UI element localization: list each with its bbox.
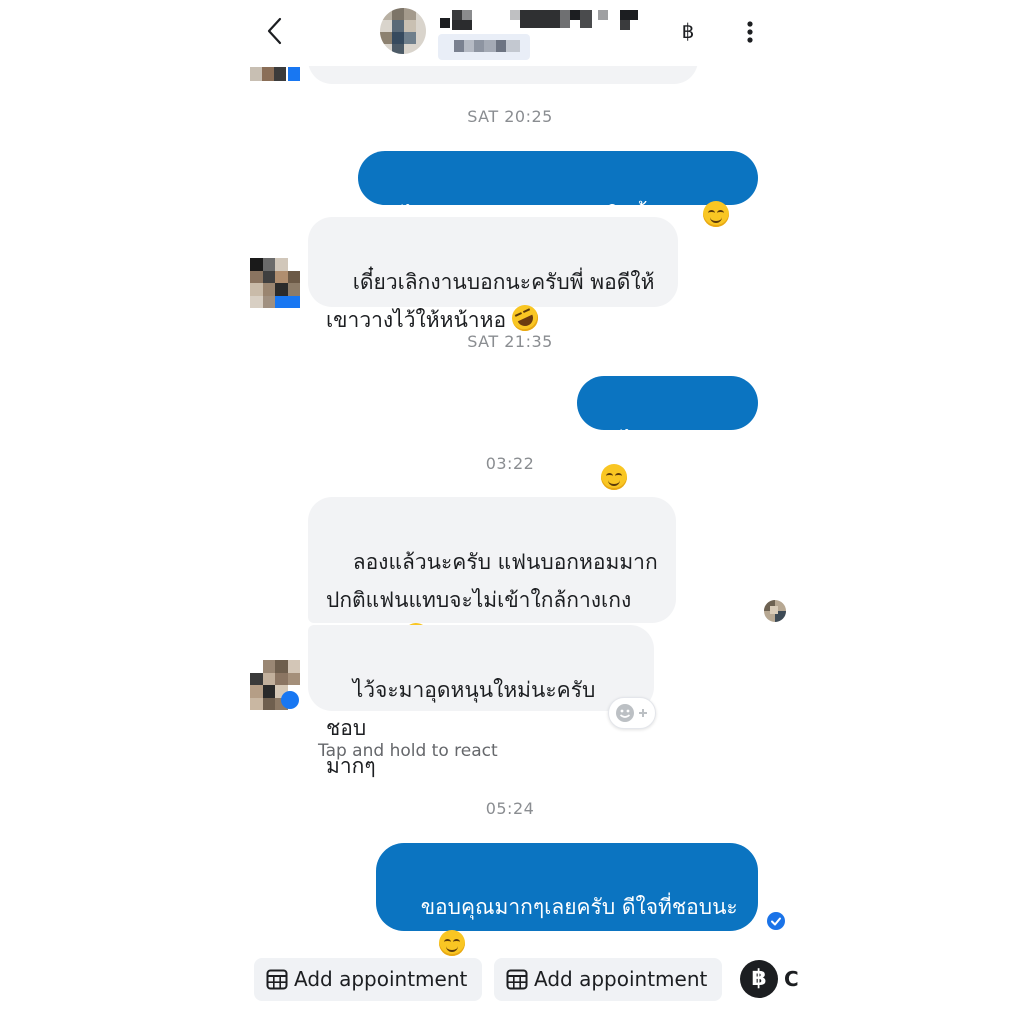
- baht-coin-icon: ฿: [740, 960, 778, 998]
- chat-header: ฿: [240, 0, 800, 66]
- back-button[interactable]: [260, 14, 290, 48]
- sender-avatar[interactable]: [250, 258, 300, 308]
- calendar-icon: [506, 969, 528, 990]
- sender-avatar[interactable]: [250, 660, 300, 710]
- emoji-plus-icon: [616, 704, 647, 722]
- calendar-icon: [266, 969, 288, 990]
- timestamp: 03:22: [485, 454, 535, 473]
- seen-check-icon: [767, 912, 785, 930]
- chip-label: Add appointment: [294, 967, 468, 991]
- incoming-message[interactable]: เดี๋ยวเลิกงานบอกนะครับพี่ พอดีให้ เขาวาง…: [308, 217, 678, 336]
- incoming-message[interactable]: ไว้จะมาอุดหนุนใหม่นะครับ ชอบ มากๆ: [308, 625, 654, 778]
- timestamp: SAT 21:35: [467, 332, 553, 351]
- message-text: ได้เลยครับ: [621, 429, 717, 453]
- timestamp: 05:24: [485, 799, 535, 818]
- timestamp: SAT 20:25: [467, 107, 553, 126]
- react-hint-text: Tap and hold to react: [318, 741, 498, 761]
- chevron-left-icon: [267, 17, 282, 45]
- chip-label: C: [784, 967, 799, 991]
- add-appointment-chip[interactable]: Add appointment: [254, 958, 482, 1001]
- add-appointment-chip[interactable]: Add appointment: [494, 958, 722, 1001]
- incoming-message[interactable]: ลองแล้วนะครับ แฟนบอกหอมมาก ปกติแฟนแทบจะไ…: [308, 497, 676, 654]
- contact-name-redacted: [440, 10, 640, 32]
- outgoing-message[interactable]: ขอบคุณมากๆเลยครับ ดีใจที่ชอบนะ ครับ: [376, 843, 758, 957]
- add-reaction-button[interactable]: [608, 697, 656, 729]
- message-text: เดี๋ยวเลิกงานบอกนะครับพี่ พอดีให้ เขาวาง…: [326, 270, 655, 332]
- chat-screen: ฿ SAT 20:25 ได้รับของเรียบร้อยแล้วใช่มั้…: [240, 0, 800, 1024]
- smile-emoji-icon: [702, 201, 729, 227]
- outgoing-message[interactable]: ได้เลยครับ: [577, 376, 758, 490]
- smile-emoji-icon: [438, 930, 465, 956]
- payment-chip[interactable]: ฿ C: [734, 958, 800, 1001]
- chip-label: Add appointment: [534, 967, 708, 991]
- rolling-laughing-emoji-icon: [507, 300, 543, 336]
- outgoing-message[interactable]: ได้รับของเรียบร้อยแล้วใช่มั้ยครับ: [358, 151, 758, 228]
- baht-payment-button[interactable]: ฿: [676, 18, 700, 44]
- contact-avatar[interactable]: [380, 8, 426, 54]
- seen-indicator-avatar: [764, 600, 786, 622]
- previous-sender-avatar-partial: [250, 66, 300, 81]
- more-options-button[interactable]: [738, 18, 762, 46]
- contact-status-redacted: [438, 34, 530, 60]
- more-vertical-icon: [747, 21, 753, 43]
- message-text: ไว้จะมาอุดหนุนใหม่นะครับ ชอบ มากๆ: [326, 678, 596, 778]
